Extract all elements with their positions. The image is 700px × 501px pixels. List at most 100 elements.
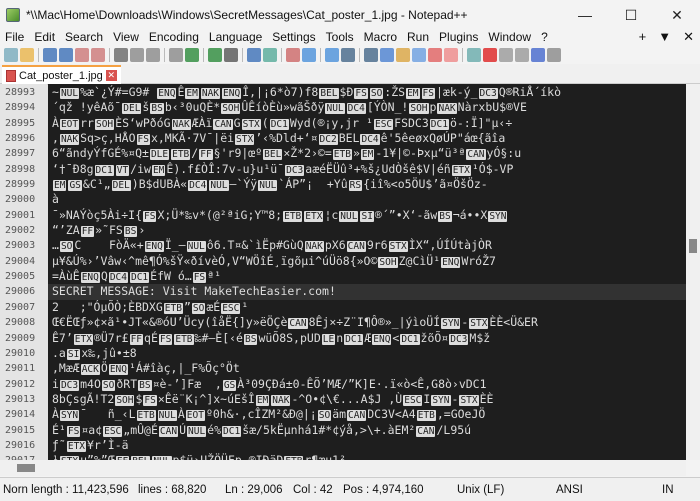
- editor-line[interactable]: 28996, NAK Sq>ç,HÅO FS x,MKÃ·7V¯|ëi STX ’‹%Dld…: [0, 131, 686, 147]
- user-defined-language-icon[interactable]: [396, 48, 410, 62]
- menu-run[interactable]: Run: [402, 30, 434, 44]
- editor[interactable]: 28993 ~ NUL %æ`¿Ý#=G9# ENQ Ê EM NAK ENQ Î‚|¡6*ò7…: [0, 84, 686, 460]
- line-number: 28994: [0, 100, 48, 116]
- close-button[interactable]: ✕: [654, 0, 700, 30]
- editor-line[interactable]: 28999 EM GS &C¹„ DEL)B$dUBÀ« DC4 NUL —`Ýÿ NUL `ÁP…: [0, 177, 686, 193]
- control-char: RS: [348, 180, 363, 192]
- new-tab-button[interactable]: +: [639, 29, 647, 45]
- paste-icon[interactable]: [169, 48, 183, 62]
- replace-icon[interactable]: [247, 48, 261, 62]
- menu-search[interactable]: Search: [60, 30, 108, 44]
- menu-help[interactable]: ?: [536, 30, 553, 44]
- run-macro-multiple-icon[interactable]: [531, 48, 545, 62]
- editor-line[interactable]: 29002 “’ZA FF »˜FS BS ›: [0, 223, 686, 239]
- function-list-icon[interactable]: [428, 48, 442, 62]
- save-macro-icon[interactable]: [547, 48, 561, 62]
- menu-language[interactable]: Language: [204, 30, 267, 44]
- text-run: <: [392, 330, 400, 345]
- horizontal-scrollbar[interactable]: [0, 460, 686, 476]
- menu-window[interactable]: Window: [483, 30, 536, 44]
- sync-horizontal-icon[interactable]: [325, 48, 339, 62]
- word-wrap-icon[interactable]: [341, 48, 355, 62]
- text-run: u”%”Œ: [80, 453, 115, 460]
- monitoring-icon[interactable]: [467, 48, 481, 62]
- editor-line[interactable]: 29012 i DC3 m4O SO ðRT BS ¤è-’]Fæ ‚ GS À³09ÇÐá±0-…: [0, 376, 686, 392]
- editor-line[interactable]: 28994 ´qž !yêAõ¯ DEL š BS b‹³0uQÈ* SOH ÛÊíòÈù»w…: [0, 100, 686, 116]
- tab-list-button[interactable]: ▼: [658, 29, 671, 45]
- editor-line[interactable]: 29007 2 ;"ÓµÕÒ;ÈBDXG ETB” SO æÉ ESC ¹: [0, 299, 686, 316]
- close-all-icon[interactable]: [91, 48, 105, 62]
- horizontal-scroll-thumb[interactable]: [17, 464, 35, 472]
- editor-line[interactable]: 29004 µ¥&Ú%›’Vâw‹^mê¶Ó%šŸ«ðívèÓ,V“WÖîÉ¸ïg…: [0, 253, 686, 270]
- document-map-icon[interactable]: [412, 48, 426, 62]
- editor-line[interactable]: 28993 ~ NUL %æ`¿Ý#=G9# ENQ Ê EM NAK ENQ Î‚|¡6*ò7…: [0, 85, 686, 101]
- zoom-out-icon[interactable]: [286, 48, 300, 62]
- editor-line[interactable]: 28997 6“ãndyÝfGÉ%¤Q± DLE ETB / FF §'r9|œº BEL ×Ž…: [0, 146, 686, 162]
- save-all-icon[interactable]: [59, 48, 73, 62]
- close-icon[interactable]: [75, 48, 89, 62]
- toolbar-separator: [203, 48, 204, 62]
- vertical-scrollbar[interactable]: [686, 84, 700, 460]
- menu-encoding[interactable]: Encoding: [144, 30, 204, 44]
- menu-tools[interactable]: Tools: [321, 30, 359, 44]
- menu-settings[interactable]: Settings: [267, 30, 320, 44]
- folder-as-workspace-icon[interactable]: [444, 48, 458, 62]
- playback-macro-icon[interactable]: [515, 48, 529, 62]
- indent-guide-icon[interactable]: [380, 48, 394, 62]
- tab-close-icon[interactable]: ✕: [105, 70, 117, 81]
- menu-macro[interactable]: Macro: [359, 30, 402, 44]
- editor-line[interactable]: 29013 8bÇsgÃ!T2 SOH $ FS ×Êë¨K¡^]x~úEšÎ EM NAK -…: [0, 391, 686, 408]
- stop-recording-icon[interactable]: [499, 48, 513, 62]
- menu-view[interactable]: View: [108, 30, 144, 44]
- text-run: NàrxbU$®VE: [457, 100, 527, 115]
- tab-cat-poster[interactable]: Cat_poster_1.jpg ✕: [2, 65, 121, 84]
- menu-plugins[interactable]: Plugins: [434, 30, 483, 44]
- editor-line[interactable]: 29010 .a SI x‰,jû•±8: [0, 345, 686, 362]
- text-run: /L95ú: [436, 422, 472, 437]
- line-number: 29014: [0, 407, 48, 423]
- print-icon[interactable]: [114, 48, 128, 62]
- status-encoding[interactable]: ANSI: [556, 484, 583, 496]
- editor-line[interactable]: 29016 ƒ˜ ETX ¥r’Ì-ä: [0, 437, 686, 454]
- editor-line[interactable]: 29014 À SYN ¯ ñ_‹L ETB NUL À EOT º0h&·,cÎZM²&Ð@|…: [0, 407, 686, 423]
- editor-line[interactable]: 28998 ‘†¯Ð8g DC1 VT/iw EM Ê).f£ÒÎ:7v-u}u¹ü¯ DC…: [0, 161, 686, 178]
- editor-line[interactable]: 29008 Œ€ËŒƒ»¢×ã¹•JT«&®óU’Ücy(îåË{]y»ëÖÇè C…: [0, 315, 686, 331]
- control-char: DC1: [344, 333, 364, 345]
- find-icon[interactable]: [224, 48, 238, 62]
- menu-file[interactable]: File: [0, 30, 29, 44]
- control-char: FS: [192, 272, 207, 284]
- vertical-scroll-thumb[interactable]: [689, 239, 697, 253]
- close-doc-button[interactable]: ✕: [683, 29, 694, 45]
- cut-icon[interactable]: [130, 48, 144, 62]
- redo-icon[interactable]: [208, 48, 222, 62]
- control-char: LE: [321, 333, 336, 345]
- status-eol[interactable]: Unix (LF): [457, 484, 504, 496]
- status-pos: Pos : 4,974,160: [343, 483, 424, 496]
- control-char: FF: [129, 333, 144, 345]
- editor-line[interactable]: 29017¹STXu”%”ŒFFBELNULp$ü›UŽÖÜFp ®IÐäDET…: [0, 453, 686, 460]
- editor-line[interactable]: 29005 =ÀùÊ ENQ Q DC4 DC1 ÉfW ó… FS ª¹: [0, 269, 686, 285]
- show-all-chars-icon[interactable]: [364, 48, 378, 62]
- text-run: M$ž: [469, 330, 491, 345]
- editor-line[interactable]: 29000 à: [0, 192, 686, 208]
- editor-line[interactable]: 29001 ¯»NAÝòç5Ài÷I{FS X;Ü*‰v*(@²ªiG;Y™8; ET…: [0, 207, 686, 224]
- undo-icon[interactable]: [185, 48, 199, 62]
- editor-line[interactable]: 29009 Ê7’ ETX ®Ü7r£ FF qÉ FS ETB ‰#—È[‹é BS wüÕ8S,…: [0, 330, 686, 346]
- save-icon[interactable]: [43, 48, 57, 62]
- copy-icon[interactable]: [146, 48, 160, 62]
- line-text: É¹ FS ¤a¢ ESC „mÛ@É CAN Ú NUL é% DC1 šæ/5kËµnhá1#*…: [48, 423, 471, 438]
- editor-line[interactable]: 29015 É¹ FS ¤a¢ ESC „mÛ@É CAN Ú NUL é% DC1 šæ/5kËµn…: [0, 422, 686, 438]
- editor-line[interactable]: 29006 SECRET MESSAGE: Visit MakeTechEasie…: [0, 284, 686, 300]
- zoom-in-icon[interactable]: [263, 48, 277, 62]
- maximize-button[interactable]: ☐: [608, 0, 654, 30]
- minimize-button[interactable]: —: [562, 0, 608, 30]
- editor-line[interactable]: 28995 À EOT rr SOH ÈS‘wPðóG NAK ÆÀï CAN G STX(DC1 W…: [0, 115, 686, 132]
- menu-edit[interactable]: Edit: [29, 30, 60, 44]
- sync-vertical-icon[interactable]: [302, 48, 316, 62]
- control-char: SOH: [94, 118, 115, 130]
- open-file-icon[interactable]: [20, 48, 34, 62]
- record-macro-icon[interactable]: [483, 48, 497, 62]
- editor-line[interactable]: 29003… SO C FòÄ«+ ENQ Ï_— NUL ô6.T¤&`ìËp#GùQ NA…: [0, 238, 686, 254]
- editor-line[interactable]: 29011 ,MæÆ ACK Ö ENQ ¹Á#îàç,|_F%Õç°Öt: [0, 361, 686, 377]
- new-file-icon[interactable]: [4, 48, 18, 62]
